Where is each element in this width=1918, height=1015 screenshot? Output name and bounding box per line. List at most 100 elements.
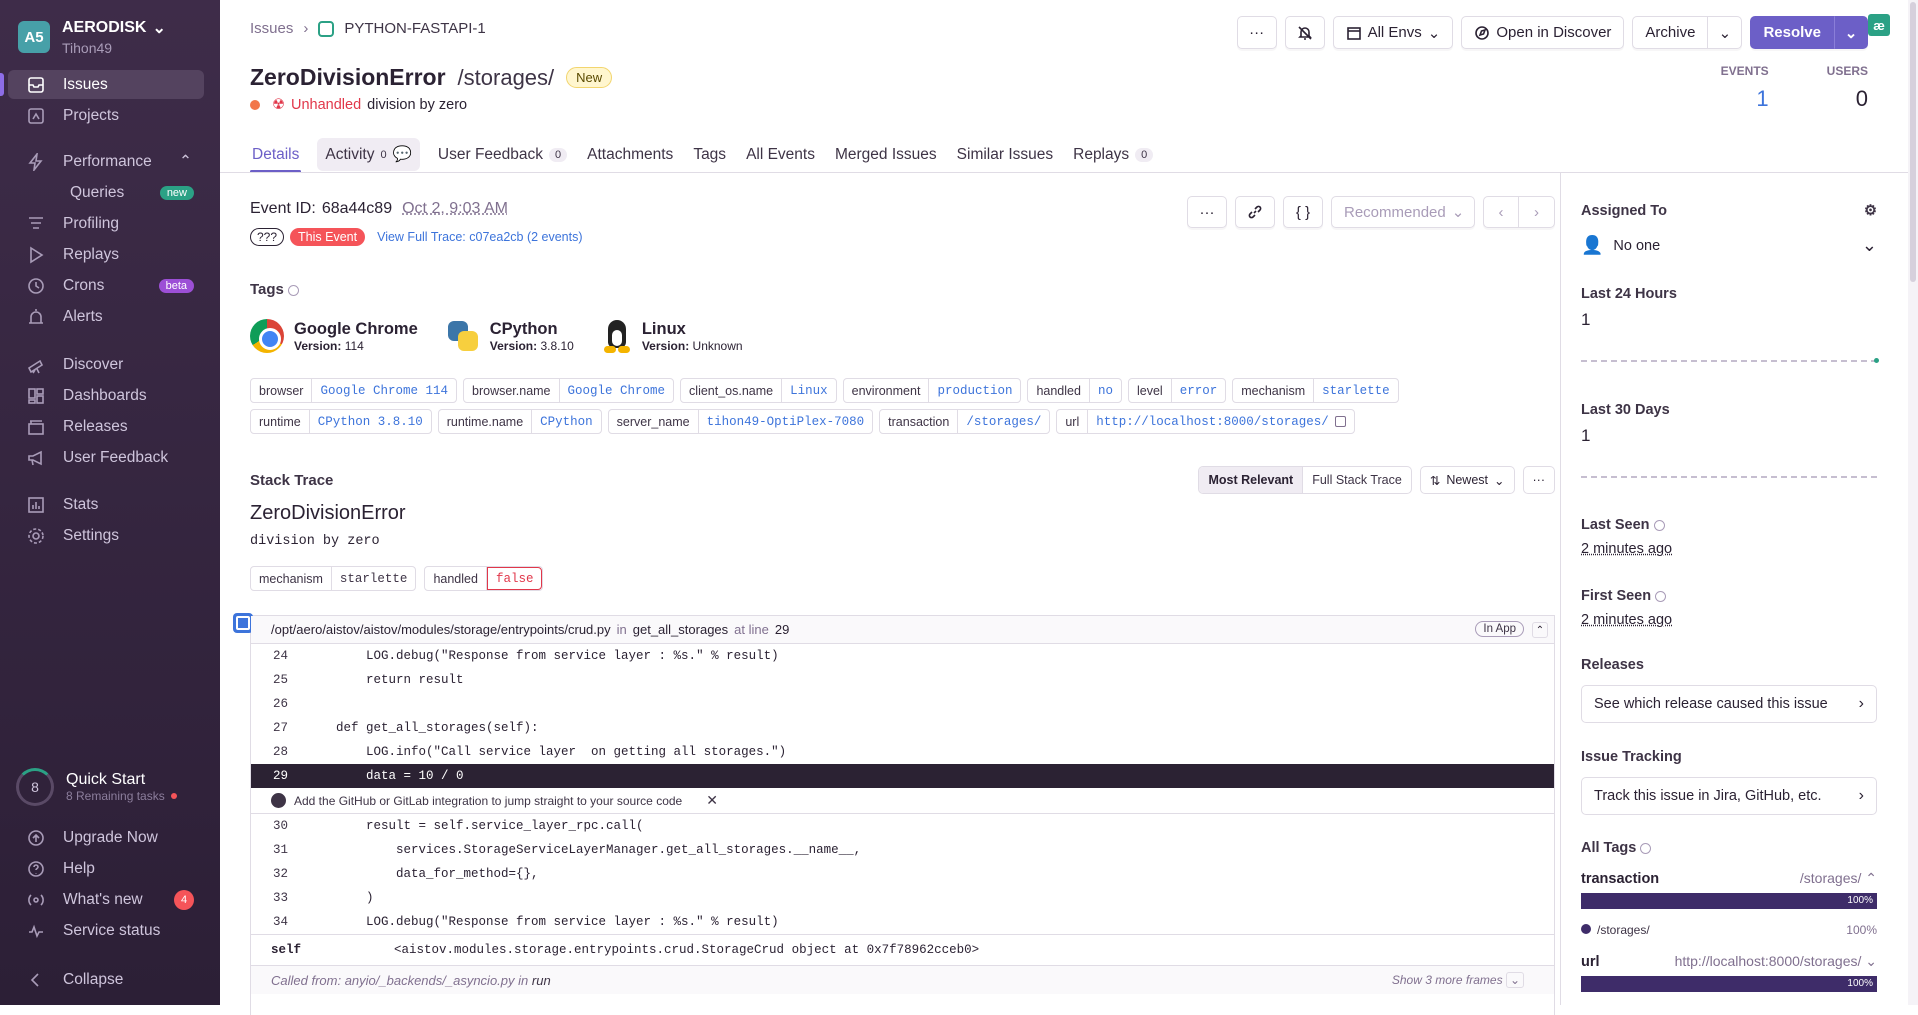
tab-all-events[interactable]: All Events (744, 138, 817, 171)
sidebar-item-performance[interactable]: Performance ⌃ (8, 147, 204, 176)
sidebar-item-user-feedback[interactable]: User Feedback (8, 443, 204, 472)
breadcrumb-project[interactable]: PYTHON-FASTAPI-1 (344, 20, 485, 37)
archive-button[interactable]: Archive (1632, 16, 1709, 49)
variable-name: self (271, 943, 302, 957)
tag-pill[interactable]: handled no (1027, 378, 1122, 403)
resolve-button[interactable]: Resolve (1750, 16, 1834, 49)
sidebar-item-projects[interactable]: Projects (8, 101, 204, 130)
next-event-button[interactable]: › (1519, 196, 1555, 228)
variable-value: <aistov.modules.storage.entrypoints.crud… (394, 943, 980, 957)
scrollbar-thumb[interactable] (1910, 2, 1916, 282)
frame-header[interactable]: /opt/aero/aistov/aistov/modules/storage/… (251, 616, 1554, 644)
view-full-trace-link[interactable]: View Full Trace: c07ea2cb (2 events) (377, 230, 582, 244)
sidebar-item-settings[interactable]: Settings (8, 521, 204, 550)
first-seen-heading: First Seen (1581, 588, 1652, 604)
events-count[interactable]: 1 (1721, 86, 1768, 112)
help-icon[interactable] (1655, 590, 1667, 602)
help-icon[interactable] (1653, 519, 1665, 531)
tag-summary-transaction[interactable]: transaction/storages/ ⌃ (1581, 870, 1877, 887)
extension-logo[interactable]: æ (1868, 14, 1890, 36)
more-button[interactable]: ··· (1236, 16, 1277, 49)
issue-title: ZeroDivisionError (250, 64, 446, 90)
sort-select[interactable]: ⇅ Newest ⌄ (1419, 466, 1515, 494)
tag-pill[interactable]: runtime CPython 3.8.10 (250, 409, 432, 434)
open-in-discover-button[interactable]: Open in Discover (1461, 16, 1625, 49)
org-switcher[interactable]: A5 AERODISK ⌄ Tihon49 (18, 18, 166, 56)
notification-dot (170, 793, 177, 799)
quick-start[interactable]: 8 Quick Start 8 Remaining tasks (16, 768, 177, 806)
tab-replays[interactable]: Replays 0 (1071, 138, 1155, 171)
tag-pill[interactable]: level error (1127, 378, 1227, 403)
broadcast-icon (26, 890, 46, 910)
tag-pill[interactable]: environment production (842, 378, 1022, 403)
tab-similar-issues[interactable]: Similar Issues (955, 138, 1055, 171)
sidebar-item-replays[interactable]: Replays (8, 240, 204, 269)
assignee-select[interactable]: 👤 No one ⌄ (1581, 235, 1877, 256)
external-link-icon[interactable] (1334, 416, 1346, 427)
show-more-frames[interactable]: Show 3 more frames ⌄ (1392, 972, 1524, 988)
sidebar-item-issues[interactable]: Issues (0, 70, 204, 99)
sidebar-item-queries[interactable]: Queries new (8, 178, 204, 207)
tag-pill[interactable]: browser Google Chrome 114 (250, 378, 457, 403)
stack-trace-heading: Stack Trace (250, 472, 334, 489)
sidebar-item-discover[interactable]: Discover (8, 350, 204, 379)
scrollbar[interactable] (1908, 0, 1918, 1005)
close-icon[interactable]: ✕ (706, 792, 718, 809)
tab-user-feedback[interactable]: User Feedback 0 (436, 138, 569, 171)
tab-activity[interactable]: Activity 0 💬 (317, 138, 420, 171)
sidebar-item-help[interactable]: Help (8, 854, 204, 883)
most-relevant-toggle[interactable]: Most Relevant (1199, 467, 1303, 493)
breadcrumb-issues[interactable]: Issues (250, 20, 293, 37)
archive-dropdown[interactable]: ⌄ (1708, 16, 1743, 49)
sidebar-item-whats-new[interactable]: What's new 4 (8, 885, 204, 914)
see-release-button[interactable]: See which release caused this issue › (1581, 685, 1877, 723)
tag-pill[interactable]: url http://localhost:8000/storages/ (1056, 409, 1355, 434)
chevron-down-icon: ⌄ (1451, 204, 1465, 221)
sidebar-item-service-status[interactable]: Service status (8, 916, 204, 945)
sidebar-item-crons[interactable]: Crons beta (8, 271, 204, 300)
full-stack-trace-toggle[interactable]: Full Stack Trace (1302, 467, 1411, 493)
resolve-dropdown[interactable]: ⌄ (1834, 16, 1868, 49)
sidebar-item-alerts[interactable]: Alerts (8, 302, 204, 331)
help-icon[interactable] (1640, 842, 1652, 854)
tab-merged-issues[interactable]: Merged Issues (833, 138, 939, 171)
tag-pill[interactable]: server_name tihon49-OptiPlex-7080 (607, 409, 874, 434)
stack-frame: /opt/aero/aistov/aistov/modules/storage/… (233, 613, 1555, 1015)
tag-pill[interactable]: runtime.name CPython (437, 409, 602, 434)
copy-link-button[interactable] (1235, 196, 1275, 228)
mute-button[interactable] (1284, 16, 1325, 49)
recommended-select[interactable]: Recommended ⌄ (1331, 196, 1475, 228)
code-line: 32 data_for_method={}, (273, 867, 539, 881)
sidebar-item-profiling[interactable]: Profiling (8, 209, 204, 238)
sidebar-item-releases[interactable]: Releases (8, 412, 204, 441)
progress-ring: 8 (16, 768, 54, 806)
tab-attachments[interactable]: Attachments (585, 138, 675, 171)
last-24h-heading: Last 24 Hours (1581, 286, 1677, 302)
gear-icon[interactable]: ⚙ (1864, 203, 1877, 219)
sidebar-item-dashboards[interactable]: Dashboards (8, 381, 204, 410)
track-issue-button[interactable]: Track this issue in Jira, GitHub, etc. › (1581, 777, 1877, 815)
tag-pill[interactable]: transaction/storages/ (879, 409, 1051, 434)
sidebar-collapse[interactable]: Collapse (8, 965, 204, 994)
prev-event-button[interactable]: ‹ (1483, 196, 1519, 228)
issue-message: division by zero (367, 97, 468, 113)
tag-pill[interactable]: client_os.name Linux (680, 378, 837, 403)
tag-pill[interactable]: mechanism starlette (1232, 378, 1399, 403)
sidebar-item-stats[interactable]: Stats (8, 490, 204, 519)
env-select[interactable]: All Envs ⌄ (1332, 16, 1454, 49)
event-more-button[interactable]: ··· (1187, 196, 1227, 228)
tab-details[interactable]: Details (250, 138, 302, 173)
context-runtime: CPython Version: 3.8.10 (446, 318, 574, 354)
telescope-icon (26, 355, 46, 375)
sidebar-item-upgrade[interactable]: Upgrade Now (8, 823, 204, 852)
tag-summary-url[interactable]: url http://localhost:8000/storages/ ⌄ (1581, 953, 1877, 970)
stack-more-button[interactable]: ··· (1522, 466, 1555, 494)
tab-tags[interactable]: Tags (691, 138, 728, 171)
help-icon[interactable] (287, 284, 299, 296)
megaphone-icon (26, 448, 46, 468)
last-30d-section: Last 30 Days 1 (1581, 402, 1877, 478)
python-icon (446, 319, 480, 353)
tag-pill[interactable]: browser.name Google Chrome (463, 378, 675, 403)
json-button[interactable]: { } (1283, 196, 1323, 228)
chevron-up-icon[interactable]: ⌃ (1532, 622, 1548, 638)
